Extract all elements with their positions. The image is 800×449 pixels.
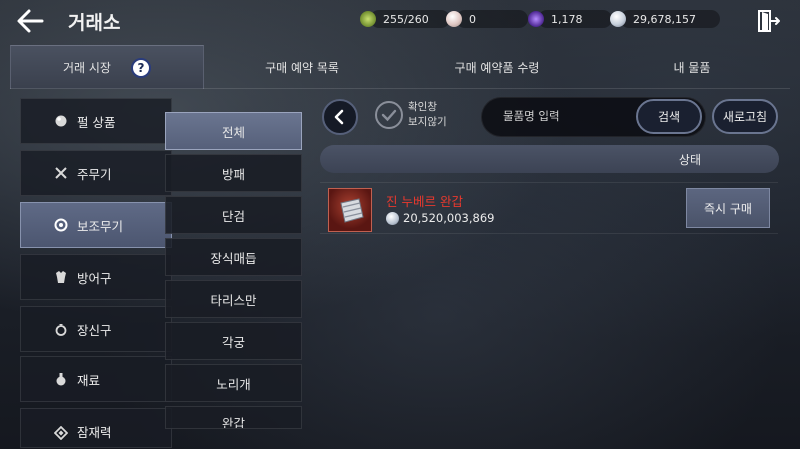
category-label: 주무기 bbox=[77, 166, 112, 182]
energy-resource: 255/260 bbox=[360, 9, 450, 29]
status-header-label: 상태 bbox=[678, 152, 701, 167]
category-label: 방어구 bbox=[77, 270, 112, 286]
category-label: 보조무기 bbox=[77, 218, 124, 234]
item-price-value: 20,520,003,869 bbox=[403, 211, 495, 225]
hide-confirm-label: 확인창 보지않기 bbox=[408, 101, 447, 128]
category-accessory[interactable]: 장신구 bbox=[20, 306, 172, 352]
table-row[interactable]: 진 누베르 완갑 20,520,003,869 즉시 구매 bbox=[320, 182, 778, 234]
category-label: 재료 bbox=[77, 372, 101, 388]
tab-market[interactable]: 거래 시장 ? bbox=[10, 45, 204, 89]
diamond-icon bbox=[53, 425, 69, 441]
subcategory-dagger[interactable]: 단검 bbox=[165, 196, 302, 234]
tab-reservation-receive-label: 구매 예약품 수령 bbox=[454, 60, 540, 75]
subcategory-ornamental-knot[interactable]: 장식매듭 bbox=[165, 238, 302, 276]
pearl-icon bbox=[446, 11, 462, 27]
chevron-left-icon bbox=[334, 109, 344, 125]
dark-gem-resource: 1,178 bbox=[528, 9, 612, 29]
silver-icon bbox=[610, 11, 626, 27]
tab-my-items[interactable]: 내 물품 bbox=[594, 45, 790, 89]
help-icon[interactable]: ? bbox=[130, 57, 151, 78]
subcategory-norigae[interactable]: 노리개 bbox=[165, 364, 302, 402]
armor-icon bbox=[54, 270, 68, 284]
tab-market-label: 거래 시장 bbox=[63, 61, 111, 75]
collapse-left-button[interactable] bbox=[322, 99, 358, 135]
tab-my-items-label: 내 물품 bbox=[673, 60, 711, 75]
subcategory-all[interactable]: 전체 bbox=[165, 112, 302, 150]
vambrace-item-icon bbox=[328, 188, 372, 232]
refresh-button[interactable]: 새로고침 bbox=[712, 99, 778, 134]
dark-gem-icon bbox=[528, 11, 544, 27]
item-name: 진 누베르 완갑 bbox=[386, 194, 463, 209]
main-tabs: 거래 시장 ? 구매 예약 목록 구매 예약품 수령 내 물품 bbox=[10, 45, 790, 89]
category-armor[interactable]: 방어구 bbox=[20, 254, 172, 300]
ring-icon bbox=[54, 322, 68, 336]
silver-resource: 29,678,157 bbox=[610, 9, 720, 29]
silver-icon bbox=[386, 211, 399, 225]
subcategory-horn-bow[interactable]: 각궁 bbox=[165, 322, 302, 360]
pearl-icon bbox=[54, 114, 68, 128]
tab-reservation-receive[interactable]: 구매 예약품 수령 bbox=[400, 45, 594, 89]
potion-icon bbox=[54, 372, 68, 386]
page-title: 거래소 bbox=[68, 12, 121, 34]
subcategory-vambrace[interactable]: 완갑 bbox=[165, 406, 302, 429]
energy-icon bbox=[360, 11, 376, 27]
silver-value: 29,678,157 bbox=[633, 12, 696, 26]
status-column-header: 상태 bbox=[320, 145, 779, 173]
category-label: 펄 상품 bbox=[77, 114, 116, 130]
tab-reservation-list-label: 구매 예약 목록 bbox=[265, 60, 339, 75]
category-potential[interactable]: 잠재력 bbox=[20, 408, 172, 448]
search-input[interactable] bbox=[503, 107, 623, 125]
category-pearl-items[interactable]: 펄 상품 bbox=[20, 98, 172, 144]
check-circle-icon bbox=[375, 101, 403, 129]
exit-door-icon[interactable] bbox=[756, 9, 781, 33]
top-bar: 거래소 255/260 0 1,178 29,678,157 bbox=[0, 0, 800, 42]
category-material[interactable]: 재료 bbox=[20, 356, 172, 402]
item-price: 20,520,003,869 bbox=[386, 211, 494, 225]
tab-reservation-list[interactable]: 구매 예약 목록 bbox=[204, 45, 400, 89]
tab-divider bbox=[10, 88, 790, 89]
shield-ring-icon bbox=[54, 218, 68, 232]
category-label: 장신구 bbox=[77, 322, 112, 338]
crossed-swords-icon bbox=[54, 166, 68, 180]
hide-confirm-checkbox[interactable] bbox=[374, 100, 404, 130]
pearl-resource: 0 bbox=[446, 9, 528, 29]
subcategory-shield[interactable]: 방패 bbox=[165, 154, 302, 192]
category-main-weapon[interactable]: 주무기 bbox=[20, 150, 172, 196]
instant-buy-button[interactable]: 즉시 구매 bbox=[686, 188, 770, 228]
category-label: 잠재력 bbox=[77, 424, 112, 440]
pearl-value: 0 bbox=[469, 12, 476, 26]
subcategory-talisman[interactable]: 타리스만 bbox=[165, 280, 302, 318]
back-arrow-icon[interactable] bbox=[14, 6, 48, 36]
category-sub-weapon[interactable]: 보조무기 bbox=[20, 202, 172, 248]
search-button[interactable]: 검색 bbox=[636, 99, 702, 134]
dark-gem-value: 1,178 bbox=[551, 12, 583, 26]
energy-value: 255/260 bbox=[383, 12, 429, 26]
